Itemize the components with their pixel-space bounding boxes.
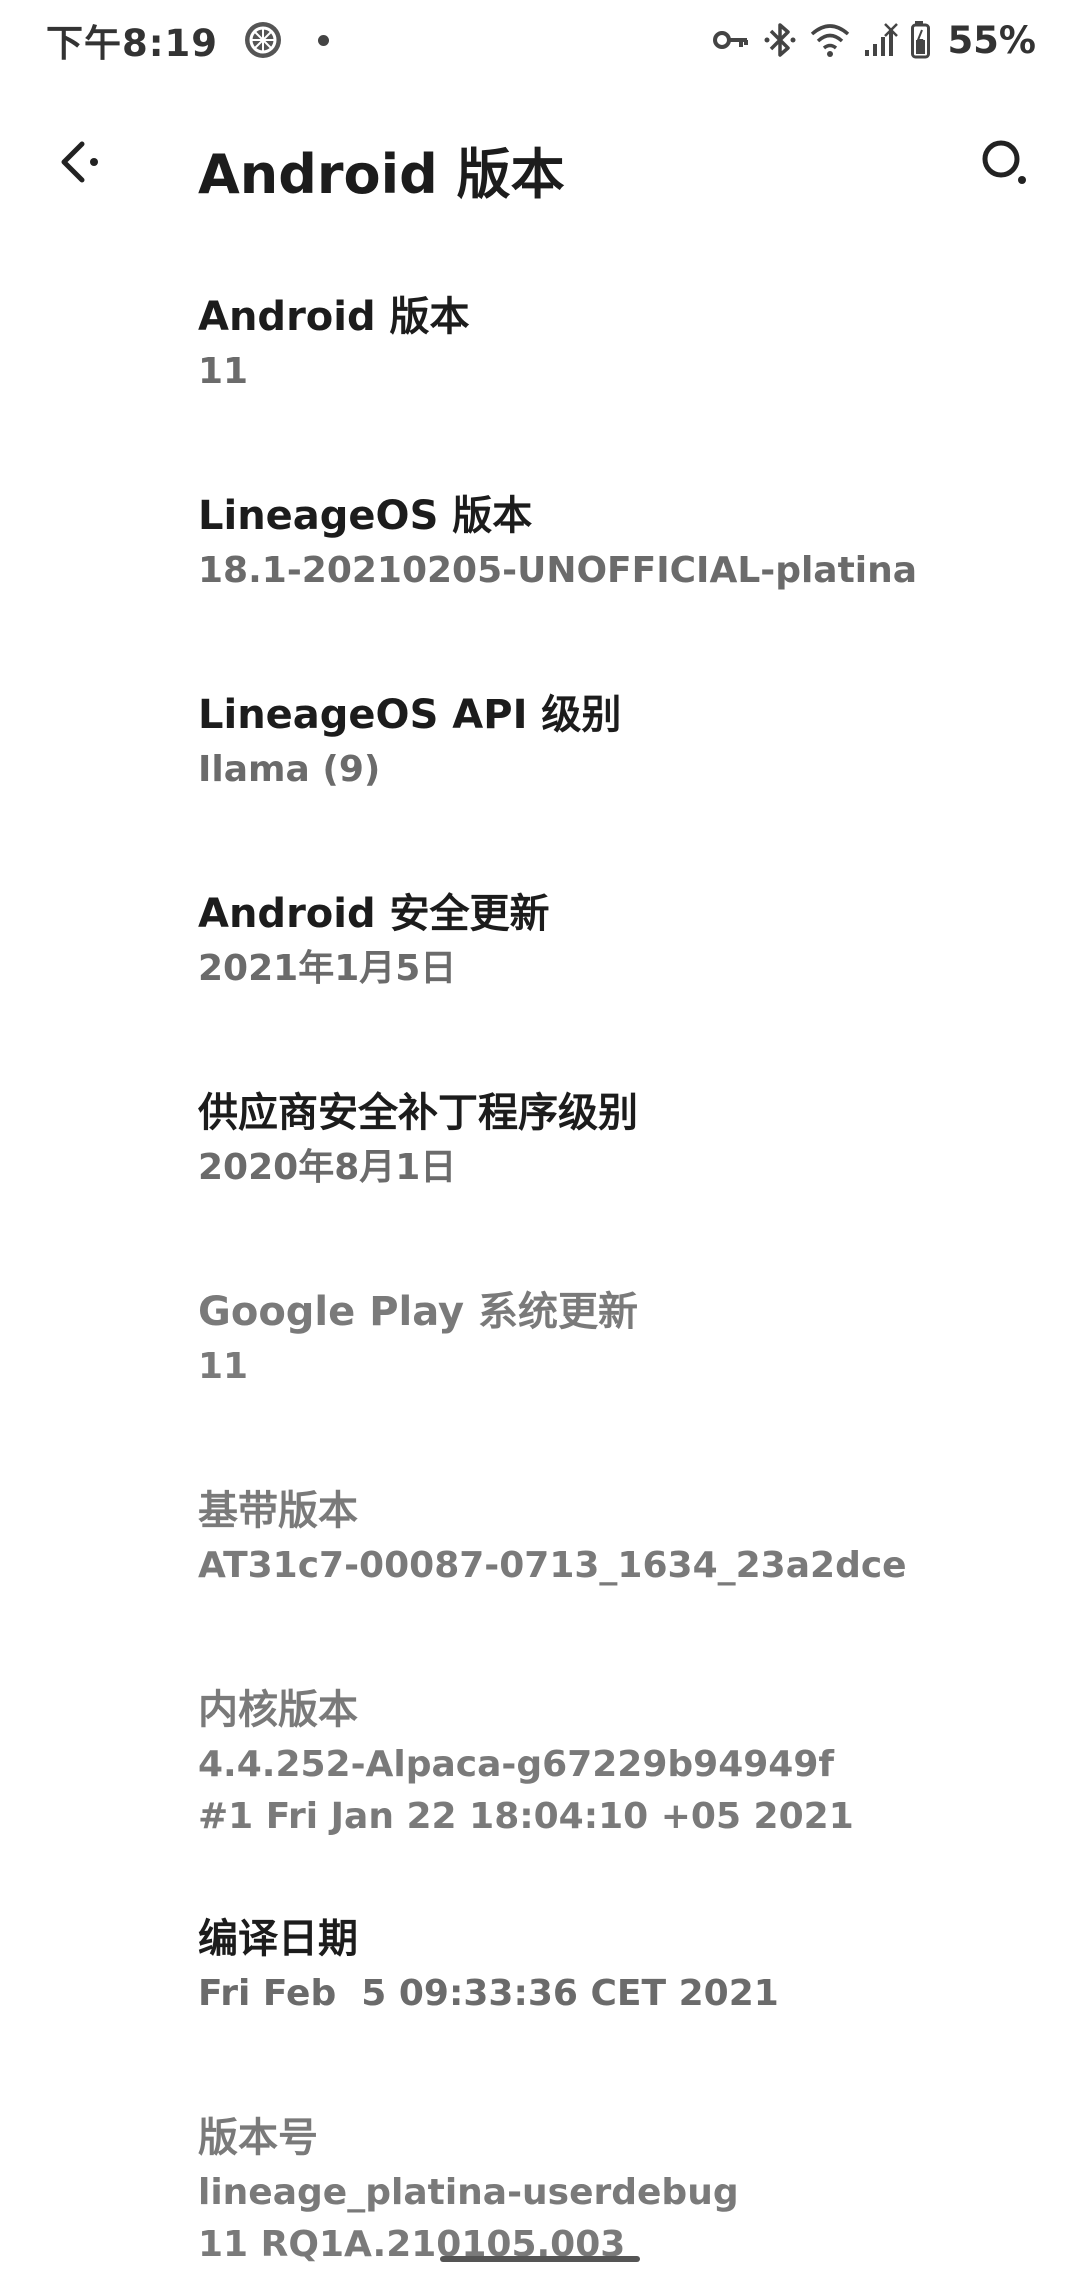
item-summary: 11	[198, 1346, 249, 1387]
list-item-lineageos-version[interactable]: LineageOS 版本 18.1-20210205-UNOFFICIAL-pl…	[0, 467, 1080, 666]
status-bar-left: 下午8:19	[46, 13, 330, 67]
item-title: Android 版本	[198, 294, 470, 340]
list-item-android-version[interactable]: Android 版本 11	[0, 268, 1080, 467]
item-summary: lineage_platina-userdebug 11 RQ1A.210105…	[198, 2172, 739, 2265]
battery-percent: 55%	[947, 18, 1036, 62]
page-title: Android 版本	[198, 143, 565, 206]
item-title: 基带版本	[198, 1488, 358, 1534]
list-item-baseband-version[interactable]: 基带版本 AT31c7-00087-0713_1634_23a2dce	[0, 1462, 1080, 1661]
item-summary: 2020年8月1日	[198, 1147, 457, 1188]
list-item-lineageos-api-level[interactable]: LineageOS API 级别 Ilama (9)	[0, 666, 1080, 865]
list-item-build-number[interactable]: 版本号 lineage_platina-userdebug 11 RQ1A.21…	[0, 2089, 1080, 2280]
vpn-key-icon	[711, 20, 751, 60]
list-item-kernel-version[interactable]: 内核版本 4.4.252-Alpaca-g67229b94949f #1 Fri…	[0, 1661, 1080, 1890]
bluetooth-icon	[763, 20, 797, 60]
status-bar: 下午8:19 55%	[0, 0, 1080, 80]
screen: 下午8:19 55% Android 版本 Android 版本 11 Line…	[0, 0, 1080, 2280]
battery-icon	[911, 20, 935, 60]
item-title: 编译日期	[198, 1916, 358, 1962]
list-item-build-date[interactable]: 编译日期 Fri Feb 5 09:33:36 CET 2021	[0, 1890, 1080, 2089]
item-title: 版本号	[198, 2115, 318, 2161]
status-bar-right: 55%	[711, 19, 1036, 62]
wifi-icon	[809, 20, 851, 60]
back-arrow-icon	[52, 134, 108, 194]
version-info-list: Android 版本 11 LineageOS 版本 18.1-20210205…	[0, 268, 1080, 2280]
status-time: 下午8:19	[46, 22, 219, 65]
item-summary: 18.1-20210205-UNOFFICIAL-platina	[198, 550, 918, 591]
back-button[interactable]	[44, 128, 116, 200]
item-summary: 2021年1月5日	[198, 948, 457, 989]
item-title: Google Play 系统更新	[198, 1289, 638, 1335]
app-bar: Android 版本	[0, 112, 1080, 216]
item-summary: 11	[198, 351, 249, 392]
item-summary: AT31c7-00087-0713_1634_23a2dce	[198, 1545, 907, 1586]
dot-icon	[318, 34, 330, 46]
item-title: 供应商安全补丁程序级别	[198, 1090, 638, 1136]
app-notification-icon	[242, 19, 284, 61]
item-title: LineageOS 版本	[198, 493, 533, 539]
item-summary: Ilama (9)	[198, 749, 381, 790]
list-item-vendor-patch-level[interactable]: 供应商安全补丁程序级别 2020年8月1日	[0, 1064, 1080, 1263]
cellular-signal-icon	[863, 20, 899, 60]
item-title: Android 安全更新	[198, 891, 550, 937]
list-item-security-update[interactable]: Android 安全更新 2021年1月5日	[0, 865, 1080, 1064]
gesture-navigation-handle[interactable]	[440, 2256, 640, 2262]
item-summary: 4.4.252-Alpaca-g67229b94949f #1 Fri Jan …	[198, 1744, 854, 1837]
item-title: 内核版本	[198, 1687, 358, 1733]
search-button[interactable]	[968, 128, 1040, 200]
item-summary: Fri Feb 5 09:33:36 CET 2021	[198, 1973, 779, 2014]
search-icon	[978, 136, 1030, 192]
item-title: LineageOS API 级别	[198, 692, 622, 738]
list-item-google-play-update[interactable]: Google Play 系统更新 11	[0, 1263, 1080, 1462]
